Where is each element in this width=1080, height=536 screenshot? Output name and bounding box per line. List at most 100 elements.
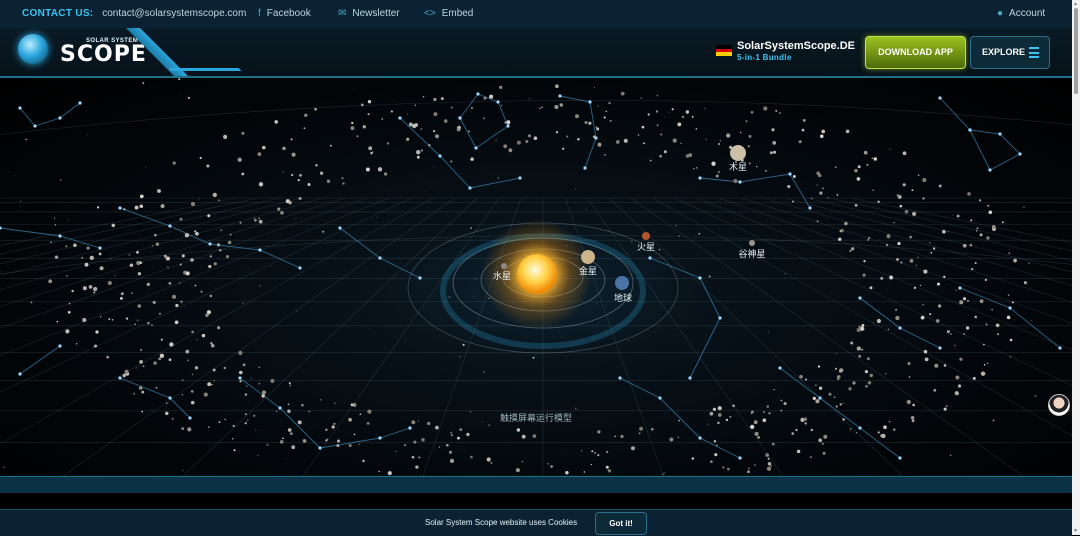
asteroid: [277, 207, 281, 211]
star: [19, 200, 22, 203]
asteroid: [86, 246, 90, 250]
asteroid: [1009, 355, 1012, 358]
scroll-up-icon[interactable]: ▲: [1073, 1, 1078, 7]
planet-venus[interactable]: [581, 250, 595, 264]
asteroid: [956, 214, 960, 218]
embed-link[interactable]: <> Embed: [424, 0, 473, 28]
asteroid: [140, 348, 143, 351]
asteroid: [880, 433, 884, 438]
scroll-down-icon[interactable]: ▼: [1073, 528, 1078, 534]
constellation-star: [338, 226, 342, 230]
asteroid: [712, 407, 717, 411]
planet-label-earth[interactable]: 地球: [614, 291, 632, 304]
asteroid: [976, 227, 979, 230]
facebook-link[interactable]: f Facebook: [258, 0, 311, 28]
asteroid: [185, 349, 190, 354]
constellation-star: [168, 224, 172, 228]
asteroid: [597, 454, 600, 457]
asteroid: [367, 100, 372, 104]
planet-label-mars[interactable]: 火星: [637, 240, 655, 253]
asteroid: [500, 104, 503, 107]
asteroid: [422, 95, 425, 98]
asteroid: [991, 225, 996, 229]
asteroid: [366, 422, 370, 425]
asteroid: [358, 443, 361, 446]
asteroid: [350, 403, 354, 406]
asteroid: [387, 471, 392, 476]
asteroid: [416, 155, 420, 159]
asteroid: [671, 108, 674, 111]
newsletter-link[interactable]: ✉ Newsletter: [338, 0, 400, 28]
constellation-line: [779, 367, 901, 459]
asteroid: [899, 204, 903, 208]
star: [369, 328, 371, 330]
solar-system-canvas[interactable]: 水星 金星 地球 火星 木星 谷神星 触摸屏幕运行模型: [0, 78, 1072, 476]
asteroid: [823, 434, 828, 439]
asteroid: [172, 161, 176, 165]
download-app-button[interactable]: DOWNLOAD APP: [865, 36, 966, 69]
asteroid: [1023, 281, 1027, 285]
asteroid: [605, 110, 608, 113]
planet-label-ceres[interactable]: 谷神星: [738, 247, 765, 260]
page-scrollbar[interactable]: ▲ ▼: [1072, 0, 1080, 535]
asteroid: [810, 197, 813, 200]
brand-de-link[interactable]: SolarSystemScope.DE: [737, 40, 855, 52]
planet-label-jupiter[interactable]: 木星: [729, 160, 747, 173]
asteroid: [258, 219, 263, 224]
asteroid: [695, 128, 698, 130]
account-link[interactable]: ● Account: [997, 0, 1045, 28]
contact-email-link[interactable]: contact@solarsystemscope.com: [102, 8, 246, 19]
scrollbar-thumb[interactable]: [1074, 8, 1078, 94]
asteroid: [450, 434, 454, 437]
asteroid: [984, 278, 988, 282]
asteroid: [725, 418, 729, 422]
planet-earth[interactable]: [615, 276, 629, 290]
asteroid: [772, 141, 777, 145]
logo-stripe-decoration: [126, 28, 242, 76]
asteroid: [146, 282, 150, 287]
planet-label-mercury[interactable]: 水星: [493, 269, 511, 282]
star: [145, 166, 147, 168]
asteroid: [762, 418, 767, 423]
asteroid: [886, 234, 891, 239]
asteroid: [816, 220, 819, 223]
asteroid: [954, 391, 959, 396]
asteroid: [630, 446, 636, 451]
asteroid: [468, 130, 471, 133]
asteroid: [158, 357, 162, 361]
asteroid: [733, 178, 738, 184]
planet-mars[interactable]: [642, 232, 650, 240]
star: [481, 421, 483, 423]
asteroid: [212, 368, 216, 372]
asteroid: [129, 263, 134, 268]
constellation-star: [168, 396, 172, 400]
asteroid: [638, 432, 641, 435]
asteroid: [983, 363, 986, 366]
constellation-star: [968, 128, 972, 132]
logo-text[interactable]: SCOPE: [60, 42, 147, 67]
grid-line: [740, 197, 1072, 303]
planet-jupiter[interactable]: [730, 145, 746, 161]
asteroid: [216, 243, 221, 247]
asteroid: [803, 417, 808, 421]
asteroid: [326, 179, 331, 183]
asteroid: [123, 208, 126, 211]
constellation-star: [858, 426, 862, 430]
cookie-accept-button[interactable]: Got it!: [595, 512, 647, 535]
asteroid: [677, 436, 680, 439]
asteroid: [902, 183, 906, 187]
asteroid: [620, 91, 625, 96]
asteroid: [483, 96, 487, 100]
asteroid: [839, 368, 844, 373]
asteroid: [821, 442, 824, 445]
asteroid: [448, 450, 453, 454]
asteroid: [111, 223, 116, 228]
asteroid: [250, 377, 252, 379]
planet-ceres[interactable]: [749, 240, 755, 246]
support-avatar-icon[interactable]: [1048, 394, 1070, 416]
planet-label-venus[interactable]: 金星: [579, 264, 597, 277]
constellation-star: [698, 436, 702, 440]
logo-globe-icon[interactable]: [18, 34, 48, 64]
explore-button[interactable]: EXPLORE: [970, 36, 1050, 69]
asteroid: [822, 451, 826, 455]
